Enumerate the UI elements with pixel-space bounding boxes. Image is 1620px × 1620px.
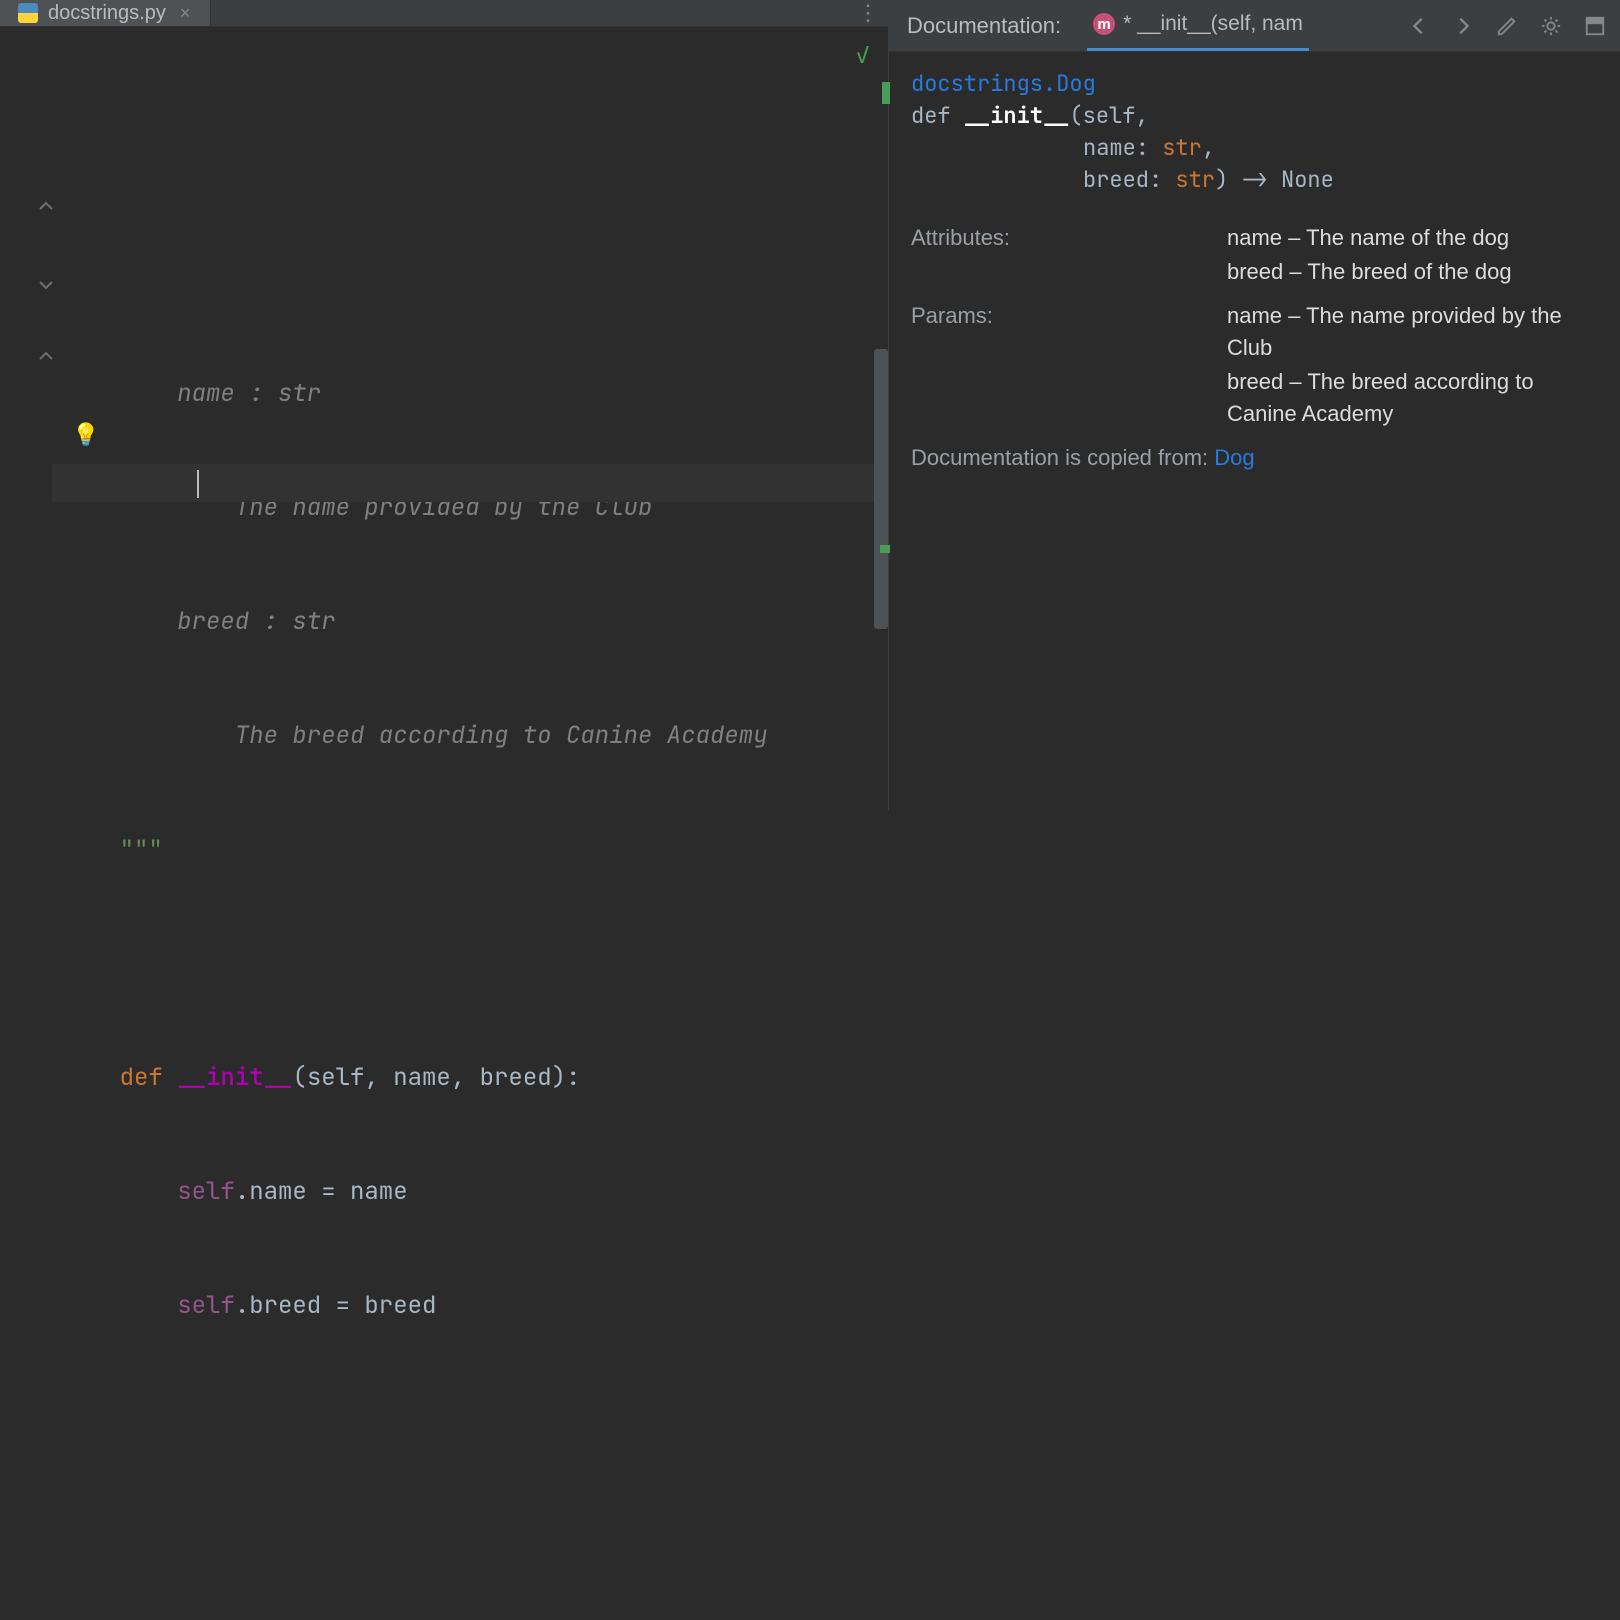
- vertical-scrollbar[interactable]: [874, 349, 888, 629]
- documentation-pane: Documentation: m * __init__(self, nam do…: [888, 0, 1620, 810]
- section-label: Params:: [911, 300, 1227, 432]
- doc-source-link[interactable]: Dog: [1214, 445, 1254, 470]
- doc-param-item: breed – The breed according to Canine Ac…: [1227, 366, 1598, 430]
- doc-param-item: name – The name provided by the Club: [1227, 300, 1598, 364]
- doc-tab[interactable]: m * __init__(self, nam: [1087, 0, 1309, 51]
- editor-tab-label: docstrings.py: [48, 2, 166, 25]
- hide-panel-icon[interactable]: [1584, 15, 1606, 37]
- editor-tab-docstrings[interactable]: docstrings.py ×: [0, 0, 211, 26]
- method-icon: m: [1093, 13, 1115, 35]
- doc-copied-from: Documentation is copied from: Dog: [911, 442, 1598, 474]
- vcs-change-marker: [880, 545, 890, 553]
- code-line: def __init__(self, name, breed):: [52, 1059, 888, 1097]
- doc-title-label: Documentation:: [907, 13, 1061, 39]
- python-file-icon: [18, 3, 38, 23]
- vcs-change-marker: [882, 82, 890, 104]
- doc-body: docstrings.Dog def __init__(self, name: …: [889, 52, 1620, 810]
- code-area[interactable]: ✓ name : str The name provided by the Cl…: [52, 27, 888, 1620]
- code-line: """: [52, 831, 888, 869]
- doc-tab-label: * __init__(self, nam: [1123, 12, 1303, 36]
- doc-attr-item: name – The name of the dog: [1227, 222, 1598, 254]
- nav-forward-icon[interactable]: [1452, 15, 1474, 37]
- editor-pane: docstrings.py × ⋮ 💡 ✓ name: [0, 0, 888, 810]
- current-line-highlight: [52, 464, 888, 502]
- code-line: self.breed = breed: [52, 1287, 888, 1325]
- nav-back-icon[interactable]: [1408, 15, 1430, 37]
- editor-gutter: [0, 27, 52, 1620]
- code-line: name : str: [52, 375, 888, 413]
- inspection-ok-icon[interactable]: ✓: [855, 37, 870, 75]
- code-line: self.name = name: [52, 1173, 888, 1211]
- editor-tab-bar: docstrings.py × ⋮: [0, 0, 888, 27]
- doc-params-section: Params: name – The name provided by the …: [911, 300, 1598, 432]
- code-line: The breed according to Canine Academy: [52, 717, 888, 755]
- tab-overflow-button[interactable]: ⋮: [848, 0, 888, 26]
- code-line: [52, 1515, 888, 1553]
- doc-attr-item: breed – The breed of the dog: [1227, 256, 1598, 288]
- gear-icon[interactable]: [1540, 15, 1562, 37]
- code-line: [52, 945, 888, 983]
- code-line: [52, 1401, 888, 1439]
- close-icon[interactable]: ×: [176, 2, 195, 24]
- edit-icon[interactable]: [1496, 15, 1518, 37]
- section-label: Attributes:: [911, 222, 1227, 290]
- editor-body[interactable]: 💡 ✓ name : str The name provided by the …: [0, 27, 888, 1620]
- doc-signature: docstrings.Dog def __init__(self, name: …: [911, 68, 1598, 196]
- text-cursor: [197, 470, 199, 498]
- code-line: breed : str: [52, 603, 888, 641]
- doc-attributes-section: Attributes: name – The name of the dog b…: [911, 222, 1598, 290]
- doc-header: Documentation: m * __init__(self, nam: [889, 0, 1620, 52]
